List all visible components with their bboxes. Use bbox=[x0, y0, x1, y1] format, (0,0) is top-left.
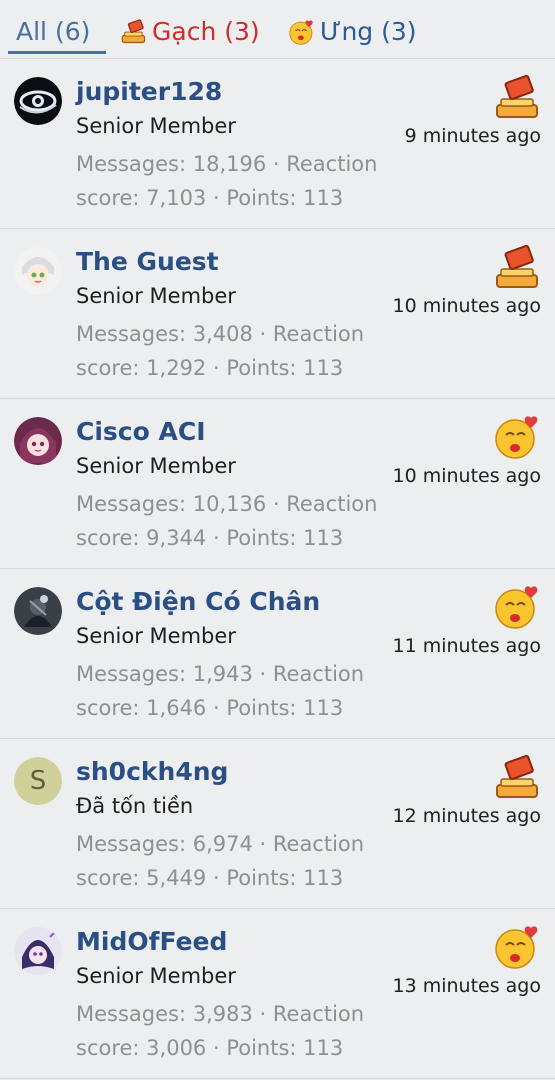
brick-reaction-icon bbox=[493, 243, 541, 291]
user-stats: Messages: 3,983 · Reaction score: 3,006 … bbox=[76, 1002, 365, 1060]
user-title: Senior Member bbox=[76, 114, 236, 138]
user-stats: Messages: 18,196 · Reaction score: 7,103… bbox=[76, 152, 378, 210]
avatar-letter: S bbox=[14, 757, 62, 805]
username-link[interactable]: Cisco ACI bbox=[76, 417, 206, 446]
brick-reaction-icon bbox=[493, 753, 541, 801]
kiss-reaction-icon bbox=[493, 583, 541, 631]
user-title: Senior Member bbox=[76, 964, 236, 988]
user-title: Đã tốn tiền bbox=[76, 794, 194, 818]
reaction-user-list: jupiter128 Senior Member Messages: 18,19… bbox=[0, 59, 555, 1079]
list-item: Cisco ACI Senior Member Messages: 10,136… bbox=[0, 399, 555, 569]
avatar[interactable] bbox=[14, 417, 62, 465]
avatar[interactable]: S bbox=[14, 757, 62, 805]
avatar[interactable] bbox=[14, 587, 62, 635]
list-item: Cột Điện Có Chân Senior Member Messages:… bbox=[0, 569, 555, 739]
reaction-time[interactable]: 11 minutes ago bbox=[393, 635, 542, 657]
tab-gach[interactable]: Gạch (3) bbox=[120, 16, 260, 48]
list-item: jupiter128 Senior Member Messages: 18,19… bbox=[0, 59, 555, 229]
active-tab-underline bbox=[8, 51, 106, 54]
list-item: MidOfFeed Senior Member Messages: 3,983 … bbox=[0, 909, 555, 1079]
brick-reaction-icon bbox=[120, 18, 148, 46]
username-link[interactable]: sh0ckh4ng bbox=[76, 757, 228, 786]
user-title: Senior Member bbox=[76, 284, 236, 308]
reactions-page: All (6) Gạch (3) Ưng (3) jupiter128 Seni… bbox=[0, 0, 555, 1080]
username-link[interactable]: Cột Điện Có Chân bbox=[76, 587, 320, 616]
avatar[interactable] bbox=[14, 77, 62, 125]
list-item: S sh0ckh4ng Đã tốn tiền Messages: 6,974 … bbox=[0, 739, 555, 909]
avatar[interactable] bbox=[14, 247, 62, 295]
tab-ung-label: Ưng (3) bbox=[320, 17, 417, 46]
user-title: Senior Member bbox=[76, 624, 236, 648]
user-stats: Messages: 6,974 · Reaction score: 5,449 … bbox=[76, 832, 365, 890]
username-link[interactable]: MidOfFeed bbox=[76, 927, 227, 956]
user-stats: Messages: 1,943 · Reaction score: 1,646 … bbox=[76, 662, 365, 720]
user-title: Senior Member bbox=[76, 454, 236, 478]
reaction-time[interactable]: 9 minutes ago bbox=[405, 125, 541, 147]
reaction-tabs: All (6) Gạch (3) Ưng (3) bbox=[0, 0, 555, 59]
username-link[interactable]: jupiter128 bbox=[76, 77, 222, 106]
username-link[interactable]: The Guest bbox=[76, 247, 219, 276]
kiss-reaction-icon bbox=[493, 923, 541, 971]
reaction-time[interactable]: 12 minutes ago bbox=[393, 805, 542, 827]
reaction-time[interactable]: 10 minutes ago bbox=[393, 465, 542, 487]
list-item: The Guest Senior Member Messages: 3,408 … bbox=[0, 229, 555, 399]
reaction-time[interactable]: 13 minutes ago bbox=[393, 975, 542, 997]
tab-gach-label: Gạch (3) bbox=[152, 17, 260, 46]
avatar[interactable] bbox=[14, 927, 62, 975]
kiss-reaction-icon bbox=[493, 413, 541, 461]
reaction-time[interactable]: 10 minutes ago bbox=[393, 295, 542, 317]
tab-all-label: All (6) bbox=[16, 17, 91, 46]
tab-ung[interactable]: Ưng (3) bbox=[288, 16, 417, 48]
kiss-reaction-icon bbox=[288, 18, 316, 46]
user-stats: Messages: 10,136 · Reaction score: 9,344… bbox=[76, 492, 378, 550]
tab-all[interactable]: All (6) bbox=[16, 16, 90, 48]
user-stats: Messages: 3,408 · Reaction score: 1,292 … bbox=[76, 322, 365, 380]
brick-reaction-icon bbox=[493, 73, 541, 121]
